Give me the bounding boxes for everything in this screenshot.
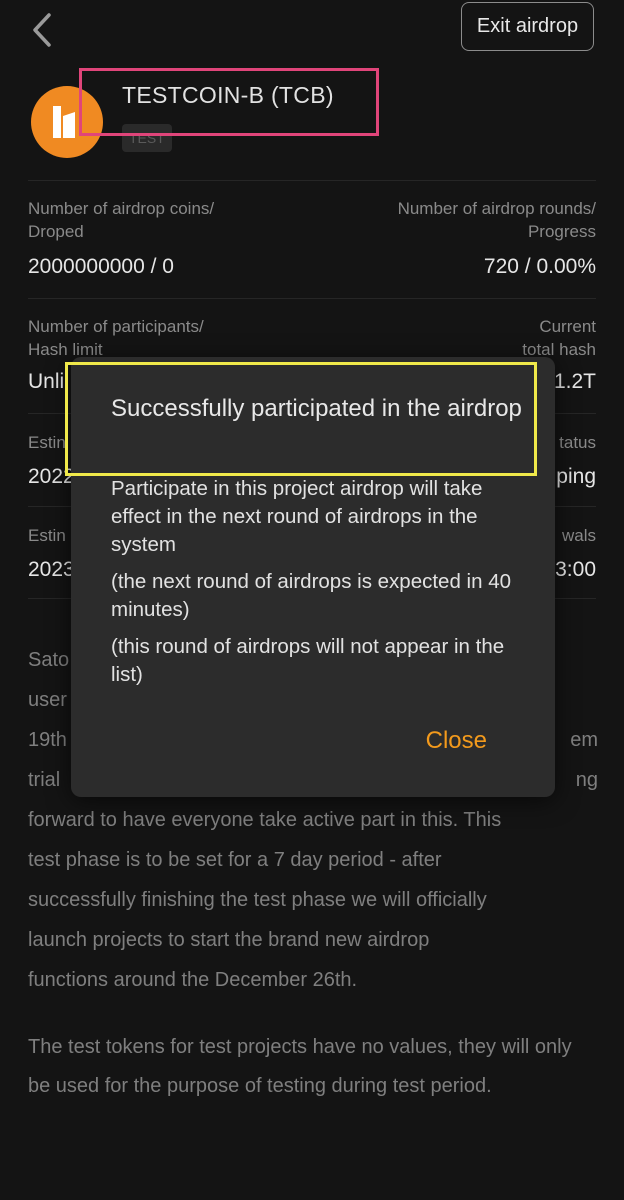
participants-label: Number of participants/Hash limit: [28, 317, 204, 359]
yellow-highlight-box: [65, 362, 537, 476]
dialog-body: Participate in this project airdrop will…: [111, 475, 531, 698]
exit-airdrop-button[interactable]: Exit airdrop: [461, 2, 594, 51]
status-value: ping: [556, 465, 596, 488]
withdrawals-label: wals: [561, 526, 596, 545]
dialog-message-1: Participate in this project airdrop will…: [111, 477, 483, 556]
hash-value: 1.2T: [553, 370, 596, 393]
estimated-start-label: Estin: [28, 433, 66, 452]
close-button[interactable]: Close: [426, 727, 487, 755]
withdrawals-value: 3:00: [555, 558, 596, 581]
status-label: tatus: [559, 433, 596, 452]
hash-label: Current total hash: [522, 317, 596, 359]
coins-label: Number of airdrop coins/Droped: [28, 199, 215, 241]
pink-highlight-box: [79, 68, 379, 136]
dialog-message-2: (the next round of airdrops is expected …: [111, 570, 511, 621]
dialog-message-3: (this round of airdrops will not appear …: [111, 635, 505, 686]
coins-value: 2000000000 / 0: [28, 255, 174, 278]
rounds-value: 720 / 0.00%: [483, 255, 596, 278]
chevron-left-icon: [33, 13, 51, 47]
back-button[interactable]: [22, 10, 62, 50]
divider: [28, 180, 596, 181]
participants-value: Unli: [28, 370, 65, 393]
test-tokens-text: The test tokens for test projects have n…: [28, 1036, 572, 1097]
estimated-end-label: Estin: [28, 526, 66, 545]
divider: [28, 298, 596, 299]
estimated-end-value: 2023: [28, 558, 75, 581]
rounds-label: Number of airdrop rounds/Progress: [397, 199, 596, 241]
